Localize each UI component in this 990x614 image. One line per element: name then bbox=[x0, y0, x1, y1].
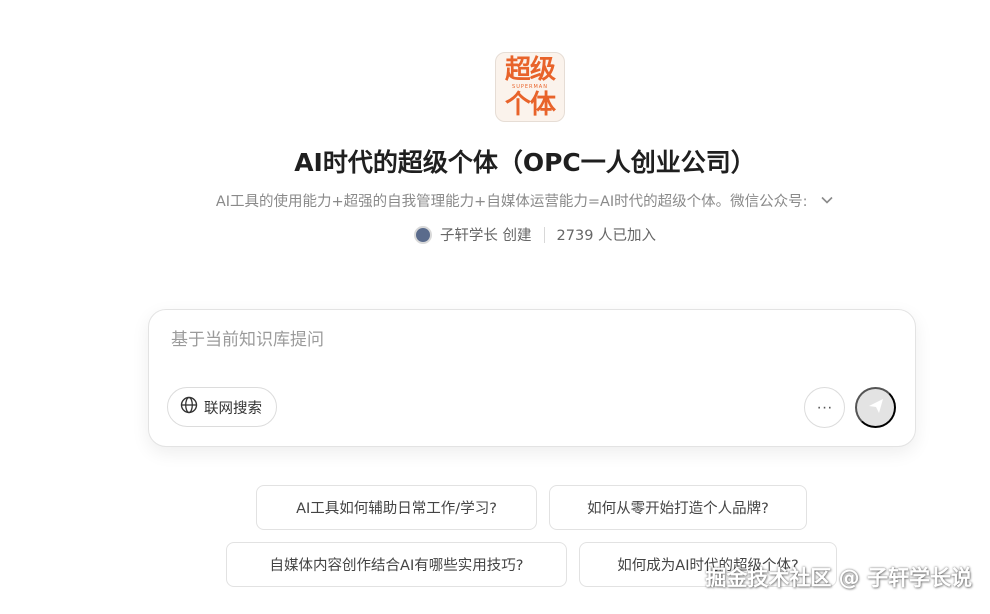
web-search-label: 联网搜索 bbox=[204, 400, 262, 417]
send-button[interactable] bbox=[855, 387, 896, 428]
watermark: 掘金技术社区 @ 子轩学长说 bbox=[705, 566, 972, 590]
web-search-button[interactable]: 联网搜索 bbox=[167, 387, 277, 427]
more-options-button[interactable]: ··· bbox=[804, 387, 845, 428]
creator-info: 子轩学长 创建 2739 人已加入 bbox=[0, 224, 990, 245]
creator-name[interactable]: 子轩学长 创建 bbox=[440, 224, 532, 245]
logo-text-line1: 超级 bbox=[504, 54, 556, 85]
ask-box: 联网搜索 ··· bbox=[148, 309, 916, 447]
avatar[interactable] bbox=[413, 225, 432, 244]
globe-icon bbox=[180, 396, 198, 418]
description[interactable]: AI工具的使用能力+超强的自我管理能力+自媒体运营能力=AI时代的超级个体。微信… bbox=[0, 190, 990, 211]
member-count: 2739 人已加入 bbox=[556, 228, 657, 244]
suggestion-chip[interactable]: 如何从零开始打造个人品牌? bbox=[549, 485, 807, 530]
page-title: AI时代的超级个体（OPC一人创业公司） bbox=[294, 148, 756, 177]
logo-subtext: SUPERMAN bbox=[512, 83, 548, 90]
description-text: AI工具的使用能力+超强的自我管理能力+自媒体运营能力=AI时代的超级个体。微信… bbox=[215, 194, 808, 210]
suggestion-chip[interactable]: 自媒体内容创作结合AI有哪些实用技巧? bbox=[226, 542, 567, 587]
send-icon bbox=[867, 397, 885, 418]
app-logo: 超级 SUPERMAN 个体 bbox=[495, 52, 565, 122]
logo-text-line2: 个体 bbox=[504, 89, 556, 120]
suggestion-chip[interactable]: AI工具如何辅助日常工作/学习? bbox=[256, 485, 537, 530]
more-icon: ··· bbox=[816, 398, 833, 416]
question-input[interactable] bbox=[171, 330, 771, 350]
divider bbox=[543, 226, 545, 243]
chevron-down-icon[interactable] bbox=[820, 193, 834, 211]
